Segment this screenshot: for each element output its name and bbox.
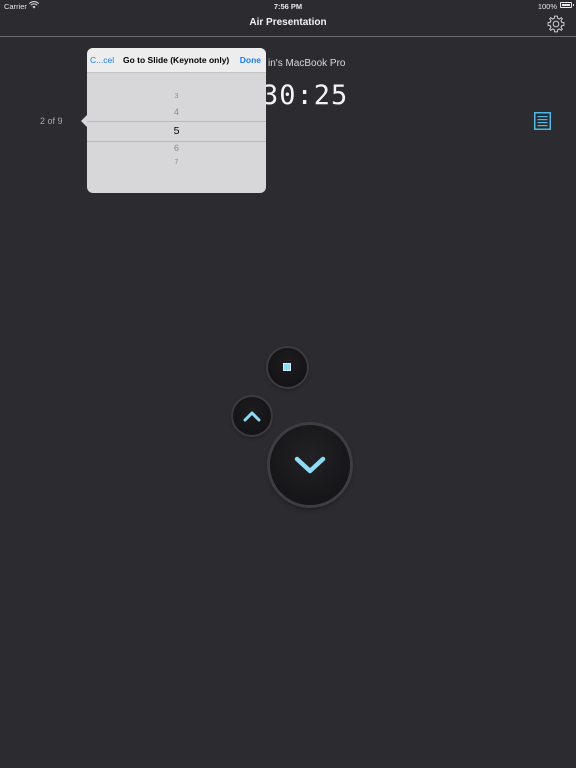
picker-row[interactable]: 7 — [87, 159, 266, 166]
presentation-timer: 30:25 — [262, 80, 349, 111]
picker-row[interactable]: 6 — [87, 143, 266, 153]
picker-row-selected[interactable]: 5 — [87, 125, 266, 137]
popover-title: Go to Slide (Keynote only) — [123, 55, 230, 65]
cancel-button[interactable]: C...cel — [90, 55, 114, 65]
picker-row[interactable]: 4 — [87, 107, 266, 117]
popover-toolbar: C...cel Go to Slide (Keynote only) Done — [87, 48, 266, 73]
gear-icon[interactable] — [546, 14, 566, 34]
stop-button[interactable] — [268, 348, 307, 387]
page-title: Air Presentation — [249, 17, 327, 28]
notes-icon[interactable] — [534, 112, 551, 130]
picker-selection-bottom-line — [87, 141, 266, 142]
stop-icon — [283, 363, 291, 371]
chevron-up-icon — [243, 411, 261, 422]
next-slide-button[interactable] — [270, 425, 350, 505]
done-button[interactable]: Done — [240, 55, 261, 65]
slide-picker[interactable]: 3 4 5 6 7 — [87, 73, 266, 193]
battery-percent: 100% — [537, 2, 557, 11]
chevron-down-icon — [294, 456, 326, 474]
slide-position-label[interactable]: 2 of 9 — [40, 116, 63, 126]
picker-selection-top-line — [87, 121, 266, 122]
navigation-bar: Air Presentation — [0, 12, 576, 37]
status-bar: Carrier 7:56 PM 100% — [0, 0, 576, 12]
battery-icon — [560, 2, 574, 8]
go-to-slide-popover: C...cel Go to Slide (Keynote only) Done … — [81, 48, 266, 193]
previous-slide-button[interactable] — [233, 397, 271, 435]
picker-row[interactable]: 3 — [87, 93, 266, 100]
status-time: 7:56 PM — [273, 2, 303, 11]
connected-device-name: in's MacBook Pro — [268, 58, 346, 69]
